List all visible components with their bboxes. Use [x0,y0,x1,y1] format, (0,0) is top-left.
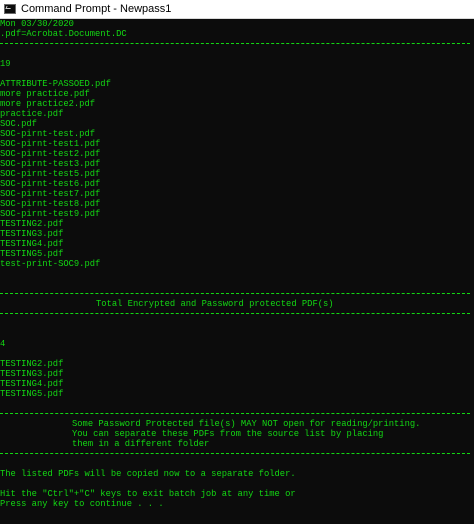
file-list-item: SOC-pirnt-test8.pdf [0,199,101,209]
file-list-item: SOC.pdf [0,119,37,129]
file-association-line: .pdf=Acrobat.Document.DC [0,29,127,39]
file-list-item: SOC-pirnt-test6.pdf [0,179,101,189]
protected-file-list: TESTING2.pdf TESTING3.pdf TESTING4.pdf T… [0,359,474,399]
file-list-item: TESTING5.pdf [0,249,64,259]
file-list-item: ATTRIBUTE-PASSOED.pdf [0,79,111,89]
file-list-item: TESTING2.pdf [0,219,64,229]
separator-line [0,449,474,459]
separator-line [0,409,474,419]
protected-count: 4 [0,339,6,349]
separator-line [0,39,474,49]
file-list-item: test-print-SOC9.pdf [0,259,101,269]
command-prompt-window: Command Prompt - Newpass1 Mon 03/30/2020… [0,0,474,524]
protected-file-item: TESTING2.pdf [0,359,64,369]
file-list-item: SOC-pirnt-test2.pdf [0,149,101,159]
file-list-item: more practice2.pdf [0,99,96,109]
copy-notice: The listed PDFs will be copied now to a … [0,469,296,479]
file-list-item: SOC-pirnt-test3.pdf [0,159,101,169]
file-list-item: TESTING4.pdf [0,239,64,249]
file-list-item: SOC-pirnt-test.pdf [0,129,96,139]
protected-file-item: TESTING5.pdf [0,389,64,399]
title-bar[interactable]: Command Prompt - Newpass1 [0,0,474,19]
warning-line: You can separate these PDFs from the sou… [72,429,384,439]
warning-line: Some Password Protected file(s) MAY NOT … [72,419,421,429]
total-count: 19 [0,59,11,69]
protected-file-item: TESTING4.pdf [0,379,64,389]
cmd-icon [4,4,16,14]
warning-line: them in a different folder [72,439,210,449]
file-list-item: SOC-pirnt-test1.pdf [0,139,101,149]
window-title: Command Prompt - Newpass1 [21,3,172,15]
separator-line [0,289,474,299]
exit-hint: Hit the "Ctrl"+"C" keys to exit batch jo… [0,489,296,499]
file-list-item: TESTING3.pdf [0,229,64,239]
file-list: ATTRIBUTE-PASSOED.pdf more practice.pdf … [0,79,474,269]
file-list-item: practice.pdf [0,109,64,119]
continue-prompt: Press any key to continue . . . [0,499,164,509]
encrypted-banner: Total Encrypted and Password protected P… [96,299,334,309]
console-output[interactable]: Mon 03/30/2020 .pdf=Acrobat.Document.DC … [0,19,474,524]
protected-file-item: TESTING3.pdf [0,369,64,379]
file-list-item: SOC-pirnt-test7.pdf [0,189,101,199]
file-list-item: more practice.pdf [0,89,90,99]
separator-line [0,309,474,319]
file-list-item: SOC-pirnt-test5.pdf [0,169,101,179]
file-list-item: SOC-pirnt-test9.pdf [0,209,101,219]
date-line: Mon 03/30/2020 [0,19,74,29]
